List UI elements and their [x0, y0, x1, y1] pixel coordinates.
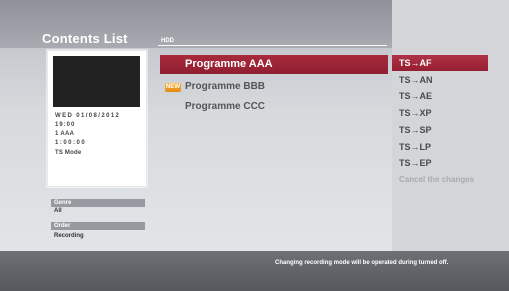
option-cancel-changes: Cancel the changes — [392, 172, 509, 188]
genre-label: Genre — [51, 199, 145, 207]
status-bar: Changing recording mode will be operated… — [0, 251, 509, 291]
programme-item-aaa[interactable]: Programme AAA — [160, 55, 388, 74]
info-time: 19:00 — [55, 122, 76, 128]
order-label: Order — [51, 222, 145, 230]
programme-info-card: WED 01/08/2012 19:00 1 AAA 1:00:00 TS Mo… — [47, 50, 147, 187]
order-value[interactable]: Recording — [54, 233, 84, 239]
option-ts-an[interactable]: TS→AN — [392, 72, 509, 88]
option-label: TS→LP — [399, 142, 432, 152]
option-label: TS→AF — [399, 58, 432, 68]
info-date: WED 01/08/2012 — [55, 113, 121, 119]
tab-divider — [158, 45, 387, 46]
option-label: TS→AN — [399, 75, 433, 85]
option-ts-xp[interactable]: TS→XP — [392, 105, 509, 121]
genre-value[interactable]: All — [54, 208, 62, 214]
programme-item-bbb[interactable]: NEW Programme BBB — [160, 78, 388, 97]
option-label: Cancel the changes — [399, 175, 475, 184]
contents-list-screen: Contents List HDD WED 01/08/2012 19:00 1… — [0, 0, 509, 291]
option-label: TS→XP — [399, 108, 432, 118]
option-ts-lp[interactable]: TS→LP — [392, 139, 509, 155]
mode-options-panel: TS→AF TS→AN TS→AE TS→XP TS→SP TS→LP TS→E… — [392, 0, 509, 251]
programme-title: Programme CCC — [185, 101, 266, 112]
info-mode: TS Mode — [55, 150, 82, 156]
option-label: TS→EP — [399, 158, 432, 168]
genre-value-text: All — [54, 208, 62, 214]
option-ts-sp[interactable]: TS→SP — [392, 122, 509, 138]
programme-title: Programme BBB — [185, 81, 266, 92]
option-ts-af[interactable]: TS→AF — [392, 55, 488, 71]
status-message: Changing recording mode will be operated… — [275, 260, 449, 266]
tab-hdd[interactable]: HDD — [161, 38, 174, 44]
info-channel: 1 AAA — [55, 131, 75, 137]
option-label: TS→AE — [399, 91, 433, 101]
option-ts-ep[interactable]: TS→EP — [392, 155, 509, 171]
programme-title: Programme AAA — [185, 58, 273, 70]
info-duration: 1:00:00 — [55, 140, 87, 146]
programme-item-ccc[interactable]: Programme CCC — [160, 98, 388, 117]
main-panel: Contents List HDD WED 01/08/2012 19:00 1… — [0, 0, 392, 251]
new-badge: NEW — [165, 83, 181, 92]
page-title: Contents List — [42, 31, 128, 46]
option-label: TS→SP — [399, 125, 432, 135]
option-ts-ae[interactable]: TS→AE — [392, 88, 509, 104]
preview-thumbnail — [53, 56, 140, 107]
